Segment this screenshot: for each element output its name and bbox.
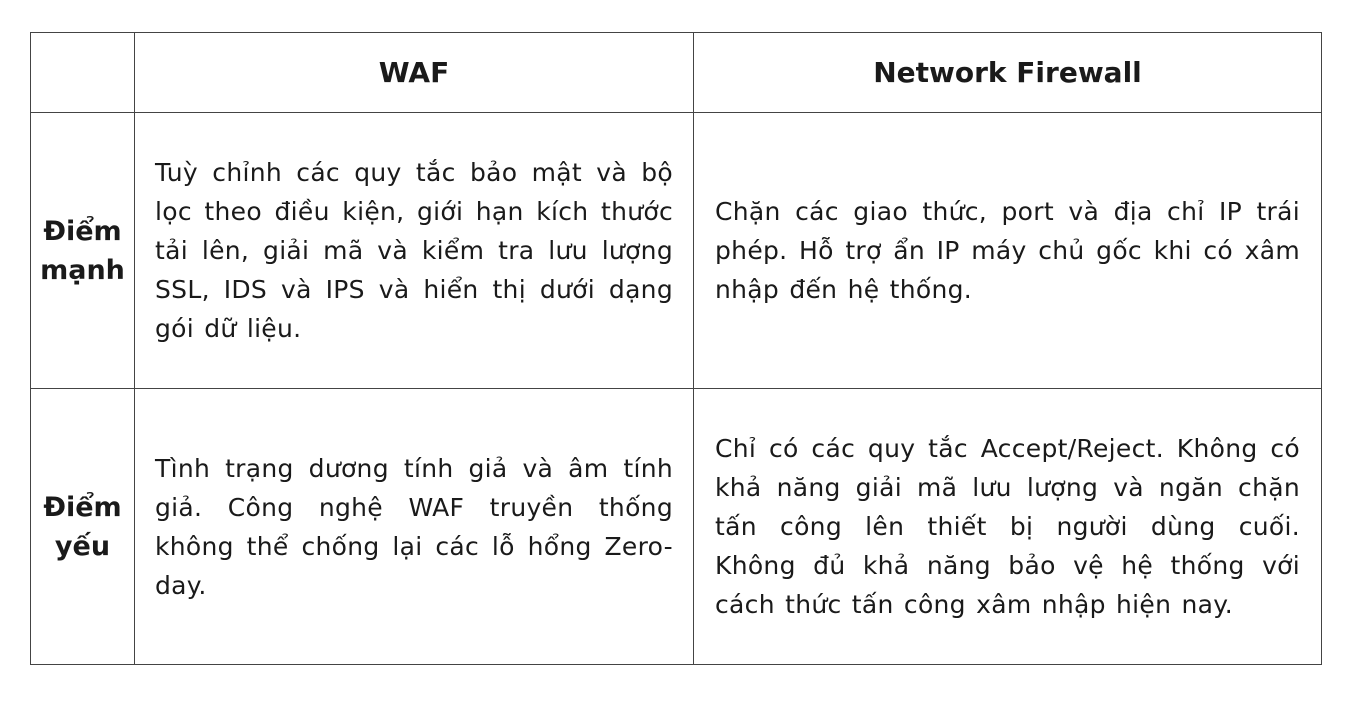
header-corner-cell [30,32,135,113]
comparison-table: WAF Network Firewall Điểm mạnh Tuỳ chỉnh… [30,32,1322,665]
table-row-weaknesses: Điểm yếu Tình trạng dương tính giả và âm… [30,388,1322,665]
cell-waf-weaknesses: Tình trạng dương tính giả và âm tính giả… [134,388,694,665]
header-waf: WAF [134,32,694,113]
header-row: WAF Network Firewall [30,32,1322,113]
cell-network-firewall-strengths: Chặn các giao thức, port và địa chỉ IP t… [693,112,1322,389]
cell-network-firewall-weaknesses: Chỉ có các quy tắc Accept/Reject. Không … [693,388,1322,665]
cell-waf-strengths: Tuỳ chỉnh các quy tắc bảo mật và bộ lọc … [134,112,694,389]
table-row-strengths: Điểm mạnh Tuỳ chỉnh các quy tắc bảo mật … [30,112,1322,389]
row-label-strengths: Điểm mạnh [30,112,135,389]
row-label-weaknesses: Điểm yếu [30,388,135,665]
header-network-firewall: Network Firewall [693,32,1322,113]
